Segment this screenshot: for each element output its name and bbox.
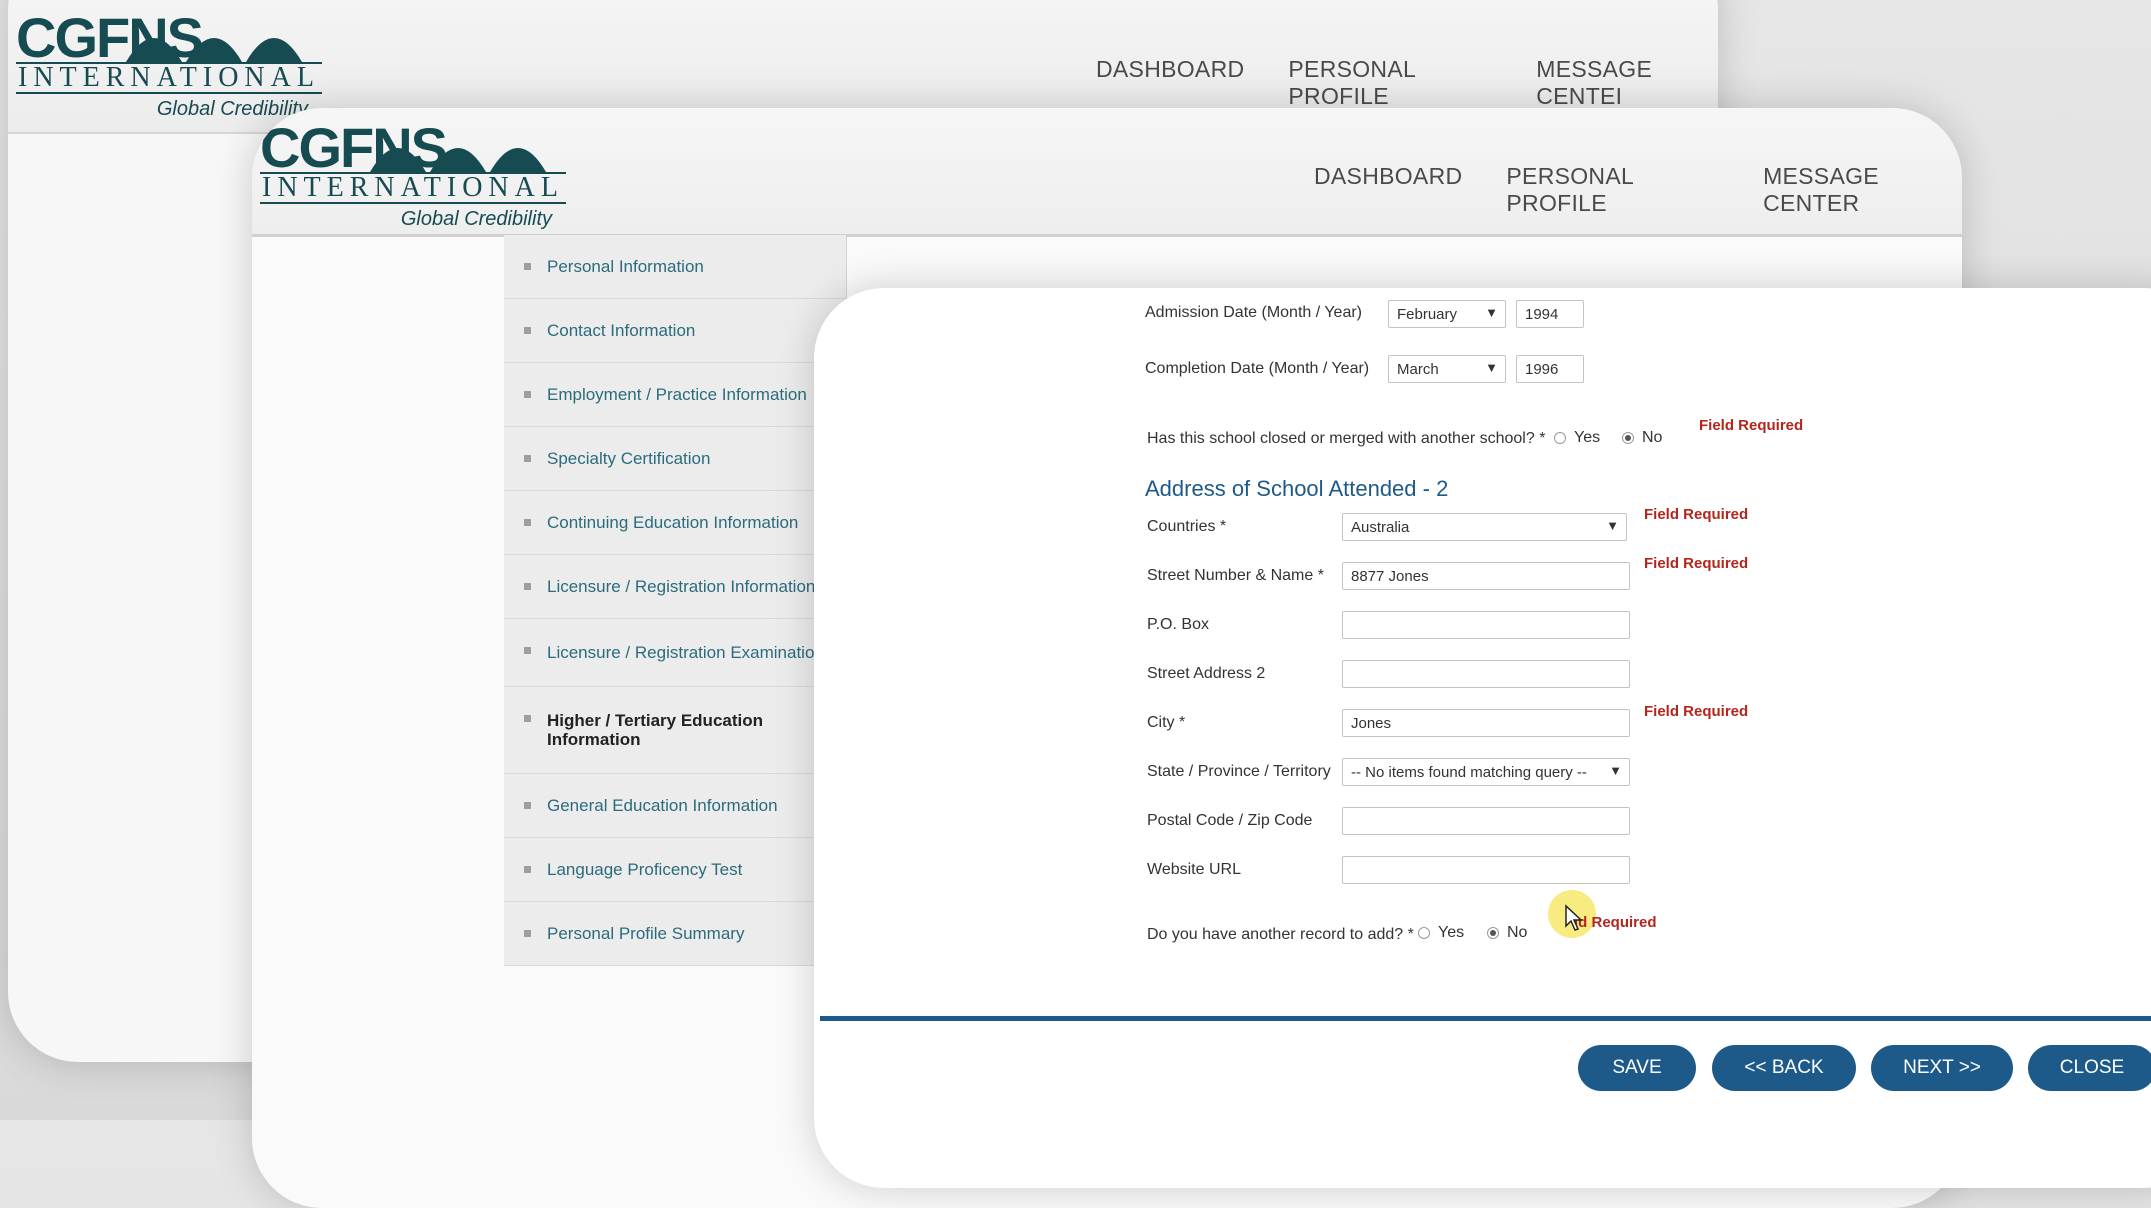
save-button[interactable]: SAVE (1578, 1045, 1696, 1091)
close-button[interactable]: CLOSE (2028, 1045, 2151, 1091)
state-label: State / Province / Territory (1147, 763, 1331, 780)
main-nav: DASHBOARD PERSONAL PROFILE MESSAGE CENTE… (1314, 163, 1962, 217)
completion-date-label: Completion Date (Month / Year) (1145, 360, 1370, 377)
chevron-down-icon: ▼ (1485, 305, 1498, 320)
sidebar-item-personal-information[interactable]: Personal Information (504, 235, 846, 299)
field-required-countries: Field Required (1644, 506, 1749, 523)
website-input[interactable] (1342, 856, 1630, 884)
profile-sidebar: Personal Information Contact Information… (504, 235, 847, 966)
chevron-down-icon: ▼ (1606, 518, 1619, 533)
field-required-street: Field Required (1644, 555, 1749, 572)
radio-icon (1418, 927, 1430, 939)
sidebar-item-contact-information[interactable]: Contact Information (504, 299, 846, 363)
back-nav: DASHBOARD PERSONAL PROFILE MESSAGE CENTE… (1096, 56, 1718, 110)
radio-yes-label: Yes (1574, 429, 1601, 446)
radio-icon (1554, 432, 1566, 444)
sidebar-item-employment[interactable]: Employment / Practice Information (504, 363, 846, 427)
nav-personal-profile[interactable]: PERSONAL PROFILE (1506, 163, 1719, 217)
logo-arches-icon (126, 38, 302, 62)
school-closed-yes[interactable]: Yes (1554, 429, 1600, 447)
state-select[interactable]: -- No items found matching query -- ▼ (1342, 758, 1630, 786)
admission-date-label: Admission Date (Month / Year) (1145, 304, 1362, 321)
sidebar-item-general-education[interactable]: General Education Information (504, 774, 846, 838)
education-form: Admission Date (Month / Year) February ▼… (814, 288, 2151, 1188)
pobox-input[interactable] (1342, 611, 1630, 639)
sidebar-item-licensure-examinations[interactable]: Licensure / Registration Examinations (504, 619, 846, 687)
countries-label: Countries * (1147, 518, 1227, 535)
nav-message-center[interactable]: MESSAGE CENTER (1763, 163, 1962, 217)
next-button[interactable]: NEXT >> (1871, 1045, 2013, 1091)
logo-arches-icon (370, 148, 546, 172)
sidebar-item-specialty-certification[interactable]: Specialty Certification (504, 427, 846, 491)
completion-month-select[interactable]: March ▼ (1388, 355, 1506, 383)
field-required-city: Field Required (1644, 703, 1749, 720)
postal-label: Postal Code / Zip Code (1147, 812, 1313, 829)
field-required-school-closed: Field Required (1699, 417, 1804, 434)
countries-select[interactable]: Australia ▼ (1342, 513, 1627, 541)
nav-personal-profile[interactable]: PERSONAL PROFILE (1288, 56, 1492, 110)
street-input[interactable]: 8877 Jones (1342, 562, 1630, 590)
another-record-question: Do you have another record to add? * (1147, 926, 1414, 943)
nav-dashboard[interactable]: DASHBOARD (1096, 56, 1244, 110)
radio-selected-icon (1622, 432, 1634, 444)
mouse-pointer-icon (1565, 904, 1583, 931)
nav-message-center[interactable]: MESSAGE CENTEI (1536, 56, 1718, 110)
radio-selected-icon (1487, 927, 1499, 939)
section-title: Address of School Attended - 2 (1145, 476, 1449, 501)
sidebar-item-profile-summary[interactable]: Personal Profile Summary (504, 902, 846, 966)
back-button[interactable]: << BACK (1712, 1045, 1856, 1091)
sidebar-item-higher-education[interactable]: Higher / Tertiary Education Information (504, 687, 846, 774)
street-label: Street Number & Name * (1147, 567, 1324, 584)
countries-value: Australia (1351, 519, 1410, 536)
logo-international: INTERNATIONAL (260, 172, 566, 204)
school-closed-question: Has this school closed or merged with an… (1147, 430, 1546, 447)
logo-tagline: Global Credibility (400, 208, 552, 230)
cgfns-logo: CGFNS INTERNATIONAL Global Credibility (260, 120, 566, 240)
nav-dashboard[interactable]: DASHBOARD (1314, 163, 1462, 217)
website-label: Website URL (1147, 861, 1241, 878)
city-input[interactable]: Jones (1342, 709, 1630, 737)
radio-no-label: No (1642, 429, 1663, 446)
street2-label: Street Address 2 (1147, 665, 1266, 682)
chevron-down-icon: ▼ (1609, 763, 1622, 778)
admission-month-value: February (1397, 306, 1458, 323)
chevron-down-icon: ▼ (1485, 360, 1498, 375)
sidebar-item-continuing-education[interactable]: Continuing Education Information (504, 491, 846, 555)
field-required-another-record: ld Required (1574, 914, 1657, 931)
school-closed-no[interactable]: No (1622, 429, 1662, 447)
completion-month-value: March (1397, 361, 1439, 378)
radio-yes-label: Yes (1438, 924, 1465, 941)
admission-year-input[interactable]: 1994 (1516, 300, 1584, 328)
postal-input[interactable] (1342, 807, 1630, 835)
sidebar-item-language-proficency[interactable]: Language Proficency Test (504, 838, 846, 902)
admission-month-select[interactable]: February ▼ (1388, 300, 1506, 328)
logo-international: INTERNATIONAL (16, 62, 322, 94)
pobox-label: P.O. Box (1147, 616, 1209, 633)
middle-header: CGFNS INTERNATIONAL Global Credibility D… (252, 108, 1962, 237)
sidebar-item-licensure-registration[interactable]: Licensure / Registration Information (504, 555, 846, 619)
radio-no-label: No (1507, 924, 1528, 941)
another-record-yes[interactable]: Yes (1418, 924, 1464, 942)
another-record-no[interactable]: No (1487, 924, 1527, 942)
street2-input[interactable] (1342, 660, 1630, 688)
form-divider (820, 1016, 2151, 1021)
completion-year-input[interactable]: 1996 (1516, 355, 1584, 383)
state-value: -- No items found matching query -- (1351, 764, 1587, 781)
form-window: Admission Date (Month / Year) February ▼… (814, 288, 2151, 1188)
city-label: City * (1147, 714, 1186, 731)
